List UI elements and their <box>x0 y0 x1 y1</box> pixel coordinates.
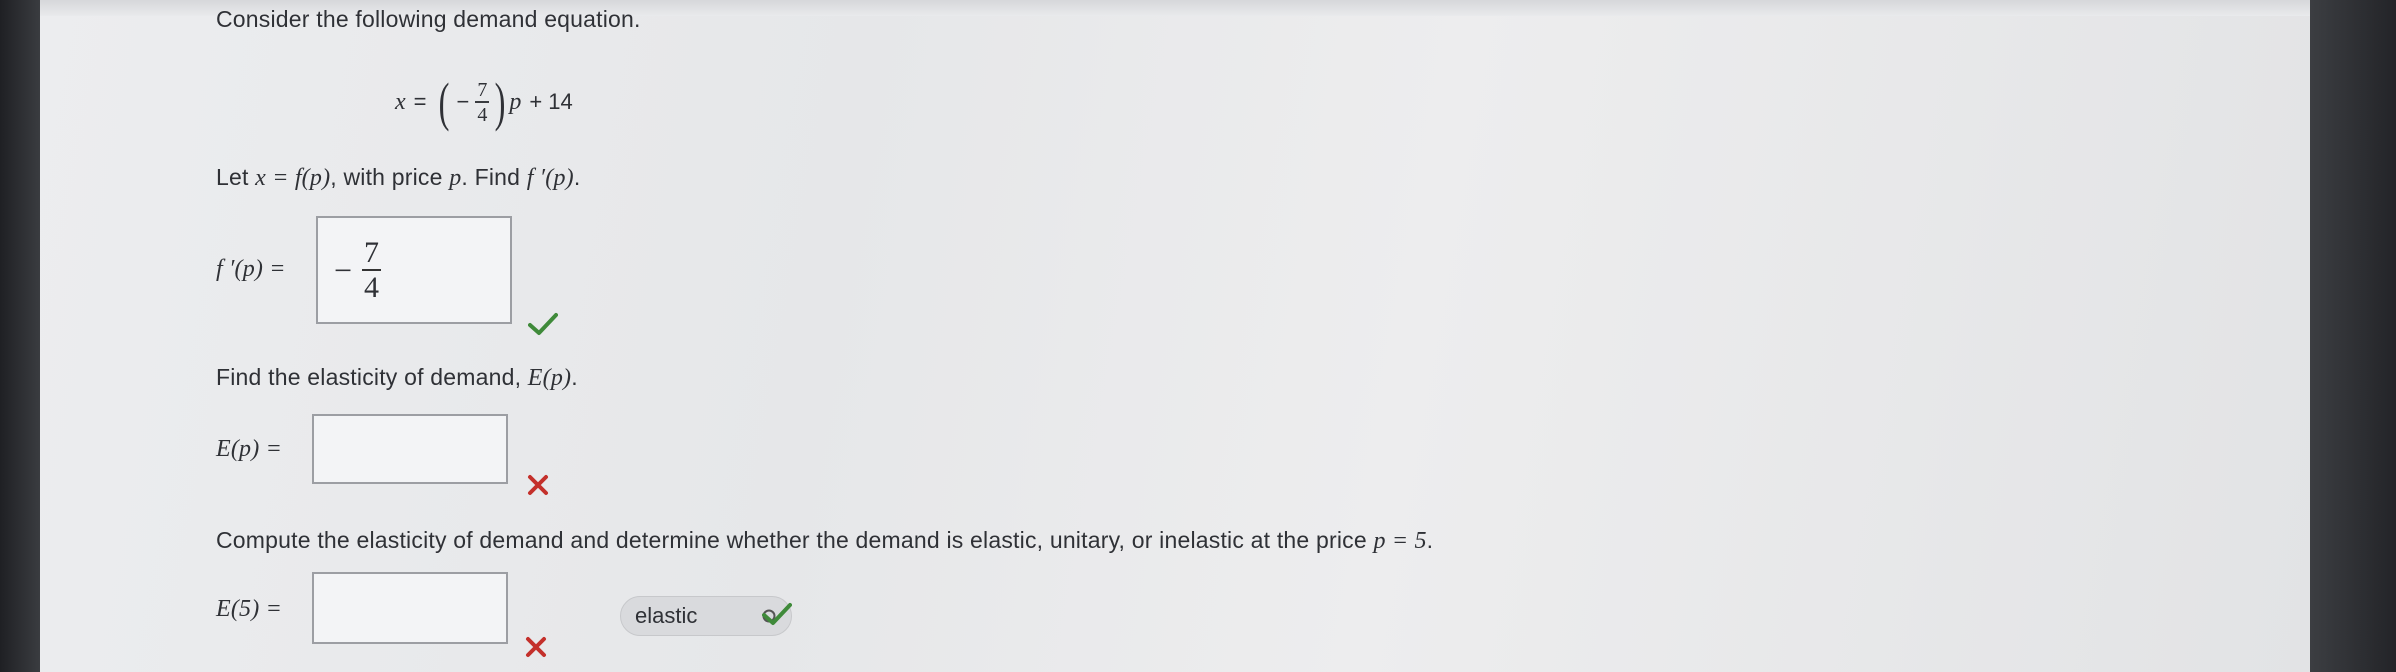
question-panel: Consider the following demand equation. … <box>40 0 2310 672</box>
q3-text-pre: Compute the elasticity of demand and det… <box>216 527 1367 553</box>
eq-fraction: 7 4 <box>475 78 490 126</box>
q2-period: . <box>571 364 578 390</box>
demand-equation: x = ( − 7 4 ) p + 14 <box>395 70 573 134</box>
question-3-prompt: Compute the elasticity of demand and det… <box>216 527 1433 555</box>
answer-numerator: 7 <box>362 235 382 271</box>
eq-constant: + 14 <box>529 89 573 114</box>
eq-lhs: x <box>395 88 406 115</box>
q1-p-var: p <box>449 165 462 191</box>
answer-denominator: 4 <box>364 270 380 304</box>
q3-period: . <box>1426 527 1434 553</box>
q2-ep: E(p) <box>527 365 572 391</box>
incorrect-x-icon <box>528 475 548 495</box>
eq-variable: p <box>509 88 522 115</box>
eq-open-paren: ( <box>438 72 449 132</box>
correct-check-icon <box>528 313 558 335</box>
q1-text-post: . Find <box>461 164 521 190</box>
q1-x-eq: x = f(p) <box>255 165 331 191</box>
e5-answer-input[interactable] <box>312 572 508 644</box>
q1-answer-label: f ′(p) = <box>216 256 286 282</box>
monitor-bezel-left <box>0 0 40 672</box>
intro-text: Consider the following demand equation. <box>216 6 641 32</box>
question-1-prompt: Let x = f(p), with price p. Find f ′(p). <box>216 164 580 192</box>
eq-equals: = <box>413 89 427 114</box>
q1-text-mid: , with price <box>330 164 443 190</box>
monitor-bezel-right <box>2310 0 2396 672</box>
eq-numerator: 7 <box>475 78 490 103</box>
q3-price-eq: p = 5 <box>1373 528 1427 554</box>
q2-answer-label: E(p) = <box>216 436 283 462</box>
q1-period: . <box>573 164 581 190</box>
eq-close-paren: ) <box>494 72 506 132</box>
q1-text-pre: Let <box>216 164 249 190</box>
elasticity-answer-input[interactable] <box>312 414 508 484</box>
answer-sign: − <box>334 251 353 288</box>
eq-sign: − <box>456 89 470 114</box>
select-value: elastic <box>635 603 698 628</box>
fprime-answer-input[interactable]: − 7 4 <box>316 216 512 324</box>
incorrect-x-icon <box>526 637 546 657</box>
q3-answer-label: E(5) = <box>216 596 283 622</box>
eq-denominator: 4 <box>477 103 488 126</box>
q2-text-pre: Find the elasticity of demand, <box>216 364 522 390</box>
answer-fraction: 7 4 <box>362 235 382 304</box>
correct-check-icon <box>762 603 792 625</box>
question-2-prompt: Find the elasticity of demand, E(p). <box>216 364 578 392</box>
q1-fprime: f ′(p) <box>526 165 574 191</box>
